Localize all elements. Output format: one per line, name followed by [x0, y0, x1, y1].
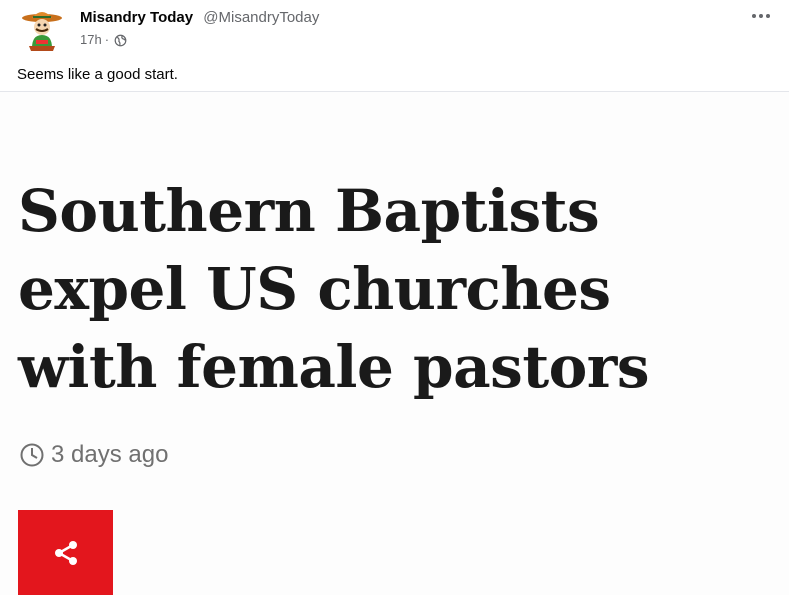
headline-line: expel US churches — [18, 255, 611, 323]
post-header: Misandry Today @MisandryToday 17h · — [0, 0, 789, 60]
headline-line: with female pastors — [18, 333, 650, 401]
post-text: Seems like a good start. — [17, 66, 178, 83]
post-image[interactable]: Southern Baptists expel US churches with… — [0, 92, 789, 595]
post-meta: 17h · — [80, 31, 127, 49]
post-time[interactable]: 17h — [80, 31, 102, 49]
author-name[interactable]: Misandry Today — [80, 9, 193, 26]
globe-icon — [114, 34, 127, 46]
author-line: Misandry Today @MisandryToday — [80, 8, 319, 28]
timestamp-text: 3 days ago — [51, 441, 169, 468]
clock-icon — [20, 443, 44, 467]
more-options-button[interactable] — [747, 6, 775, 26]
headline-line: Southern Baptists — [18, 177, 600, 245]
facebook-post: Misandry Today @MisandryToday 17h · Seem… — [0, 0, 789, 595]
author-handle[interactable]: @MisandryToday — [203, 9, 319, 26]
author-avatar[interactable] — [20, 8, 64, 52]
article-timestamp: 3 days ago — [19, 441, 168, 469]
share-icon — [54, 540, 77, 565]
meta-separator: · — [104, 32, 110, 47]
article-headline: Southern Baptists expel US churches with… — [18, 172, 650, 406]
share-button — [18, 510, 113, 595]
more-dots-icon — [752, 14, 770, 18]
